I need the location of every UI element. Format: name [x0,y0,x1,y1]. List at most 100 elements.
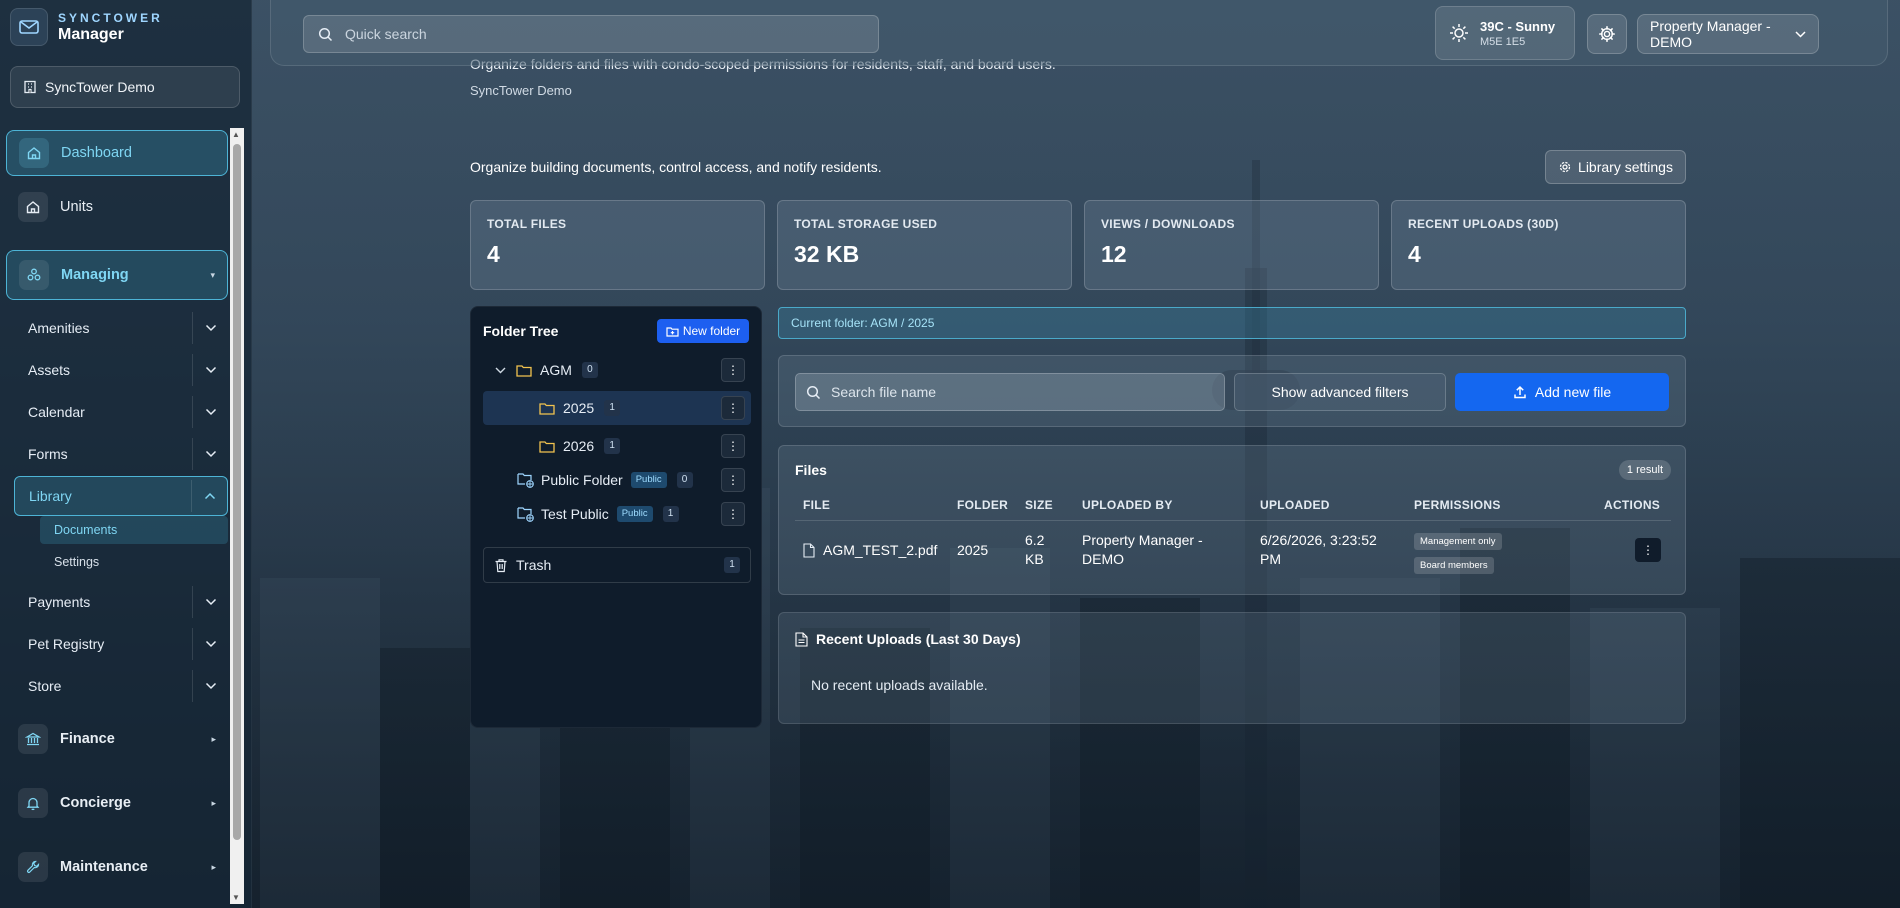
sidebar-group-managing[interactable]: Managing ▾ [6,250,228,300]
tree-trash[interactable]: Trash 1 [483,547,751,583]
chevron-down-icon [1795,30,1806,38]
trash-icon [494,558,508,573]
folder-menu-button[interactable]: ⋮ [721,468,745,492]
sidebar-item-settings[interactable]: Settings [40,548,228,576]
page-org-name: SyncTower Demo [470,83,572,98]
chevron-down-icon[interactable] [192,438,228,470]
stat-total-files: TOTAL FILES 4 [470,200,765,290]
brand-name-top: SYNCTOWER [58,10,163,25]
folder-menu-button[interactable]: ⋮ [721,434,745,458]
sidebar-item-assets[interactable]: Assets [14,350,228,390]
permission-badge: Management only [1414,533,1502,550]
add-file-button[interactable]: Add new file [1455,373,1669,411]
file-actions-button[interactable]: ⋮ [1635,538,1661,562]
sidebar-item-units[interactable]: Units [6,184,228,230]
chevron-down-icon[interactable] [192,396,228,428]
library-settings-label: Library settings [1578,159,1673,175]
recent-uploads-title: Recent Uploads (Last 30 Days) [795,631,1021,647]
sidebar-group-finance[interactable]: Finance ▸ [6,714,228,764]
column-header[interactable]: FOLDER [957,498,1008,512]
folder-menu-button[interactable]: ⋮ [721,358,745,382]
column-header[interactable]: FILE [803,498,830,512]
caret-right-icon: ▸ [211,797,216,808]
top-bar: 39C - Sunny M5E 1E5 Property Manager - D… [270,0,1888,66]
chevron-down-icon[interactable] [192,312,228,344]
tree-folder-agm[interactable]: AGM 0 ⋮ [483,353,751,387]
chevron-down-icon[interactable] [192,354,228,386]
file-search-input[interactable] [831,384,1211,400]
public-folder-icon [517,506,535,522]
sidebar-item-calendar[interactable]: Calendar [14,392,228,432]
advanced-filters-button[interactable]: Show advanced filters [1234,373,1446,411]
uploaded-cell: 6/26/2026, 3:23:52 PM [1260,532,1377,567]
chevron-down-icon[interactable] [495,367,506,374]
public-tag: Public [616,506,653,522]
sidebar-item-pet-registry[interactable]: Pet Registry [14,624,228,664]
tree-folder-test-public[interactable]: Test Public Public 1 ⋮ [483,497,751,531]
sidebar-item-amenities[interactable]: Amenities [14,308,228,348]
column-header[interactable]: UPLOADED BY [1082,498,1173,512]
new-folder-label: New folder [682,324,741,338]
sidebar-item-payments[interactable]: Payments [14,582,228,622]
column-header[interactable]: PERMISSIONS [1414,498,1501,512]
tree-folder-label: AGM [540,362,572,378]
home-icon [18,192,48,222]
folder-menu-button[interactable]: ⋮ [721,502,745,526]
home-icon [19,138,49,168]
user-menu-button[interactable]: Property Manager - DEMO [1637,14,1819,54]
sidebar-item-forms[interactable]: Forms [14,434,228,474]
sidebar-item-documents[interactable]: Documents [40,516,228,544]
sun-icon [1448,22,1470,44]
stat-recent-uploads: RECENT UPLOADS (30D) 4 [1391,200,1686,290]
sidebar-item-label: Units [60,199,94,215]
sidebar-scrollbar[interactable]: ▲ ▼ [230,128,244,904]
chevron-down-icon[interactable] [192,670,228,702]
org-switcher-button[interactable]: SyncTower Demo [10,66,240,108]
upload-icon [1513,385,1527,399]
recent-uploads-empty: No recent uploads available. [811,677,988,693]
stat-views-downloads: VIEWS / DOWNLOADS 12 [1084,200,1379,290]
tree-folder-label: Test Public [541,506,609,522]
brand-logo-icon [10,8,48,46]
sidebar-item-label: Forms [28,446,68,462]
sidebar-group-label: Finance [60,731,115,747]
stat-value: 32 KB [794,241,860,267]
add-file-label: Add new file [1534,384,1612,400]
scrollbar-thumb[interactable] [233,144,241,840]
column-header: ACTIONS [1604,498,1661,512]
sidebar-item-label: Assets [28,362,71,378]
folder-menu-button[interactable]: ⋮ [721,396,745,420]
scroll-down-arrow-icon[interactable]: ▼ [232,893,240,902]
stat-label: VIEWS / DOWNLOADS [1101,217,1235,231]
chevron-down-icon[interactable] [192,586,228,618]
sidebar-group-concierge[interactable]: Concierge ▸ [6,778,228,828]
brand[interactable]: SYNCTOWER Manager [10,8,163,46]
chevron-down-icon[interactable] [192,628,228,660]
tree-folder-public-folder[interactable]: Public Folder Public 0 ⋮ [483,463,751,497]
new-folder-button[interactable]: New folder [657,319,749,343]
file-cell[interactable]: AGM_TEST_2.pdf [803,541,937,560]
column-header[interactable]: UPLOADED [1260,498,1330,512]
quick-search[interactable] [303,15,879,53]
sidebar-item-store[interactable]: Store [14,666,228,706]
document-icon [795,631,808,647]
files-table: Files 1 result FILE FOLDER SIZE UPLOADED… [778,445,1686,595]
weather-widget[interactable]: 39C - Sunny M5E 1E5 [1435,6,1575,60]
library-settings-button[interactable]: Library settings [1545,150,1686,184]
current-folder-banner: Current folder: AGM / 2025 [778,307,1686,339]
brand-name-bottom: Manager [58,25,124,43]
file-name: AGM_TEST_2.pdf [823,542,938,558]
tree-folder-2026[interactable]: 2026 1 ⋮ [483,429,751,463]
stat-label: TOTAL STORAGE USED [794,217,938,231]
quick-search-input[interactable] [345,26,845,42]
column-header[interactable]: SIZE [1025,498,1053,512]
chevron-up-icon[interactable] [191,480,227,512]
sidebar-item-dashboard[interactable]: Dashboard [6,130,228,176]
file-search[interactable] [795,373,1225,411]
sidebar-item-library[interactable]: Library [14,476,228,516]
sidebar-item-label: Amenities [28,320,90,336]
settings-button[interactable] [1587,14,1627,54]
tree-folder-2025[interactable]: 2025 1 ⋮ [483,391,751,425]
scroll-up-arrow-icon[interactable]: ▲ [232,130,240,139]
sidebar-group-maintenance[interactable]: Maintenance ▸ [6,842,228,892]
